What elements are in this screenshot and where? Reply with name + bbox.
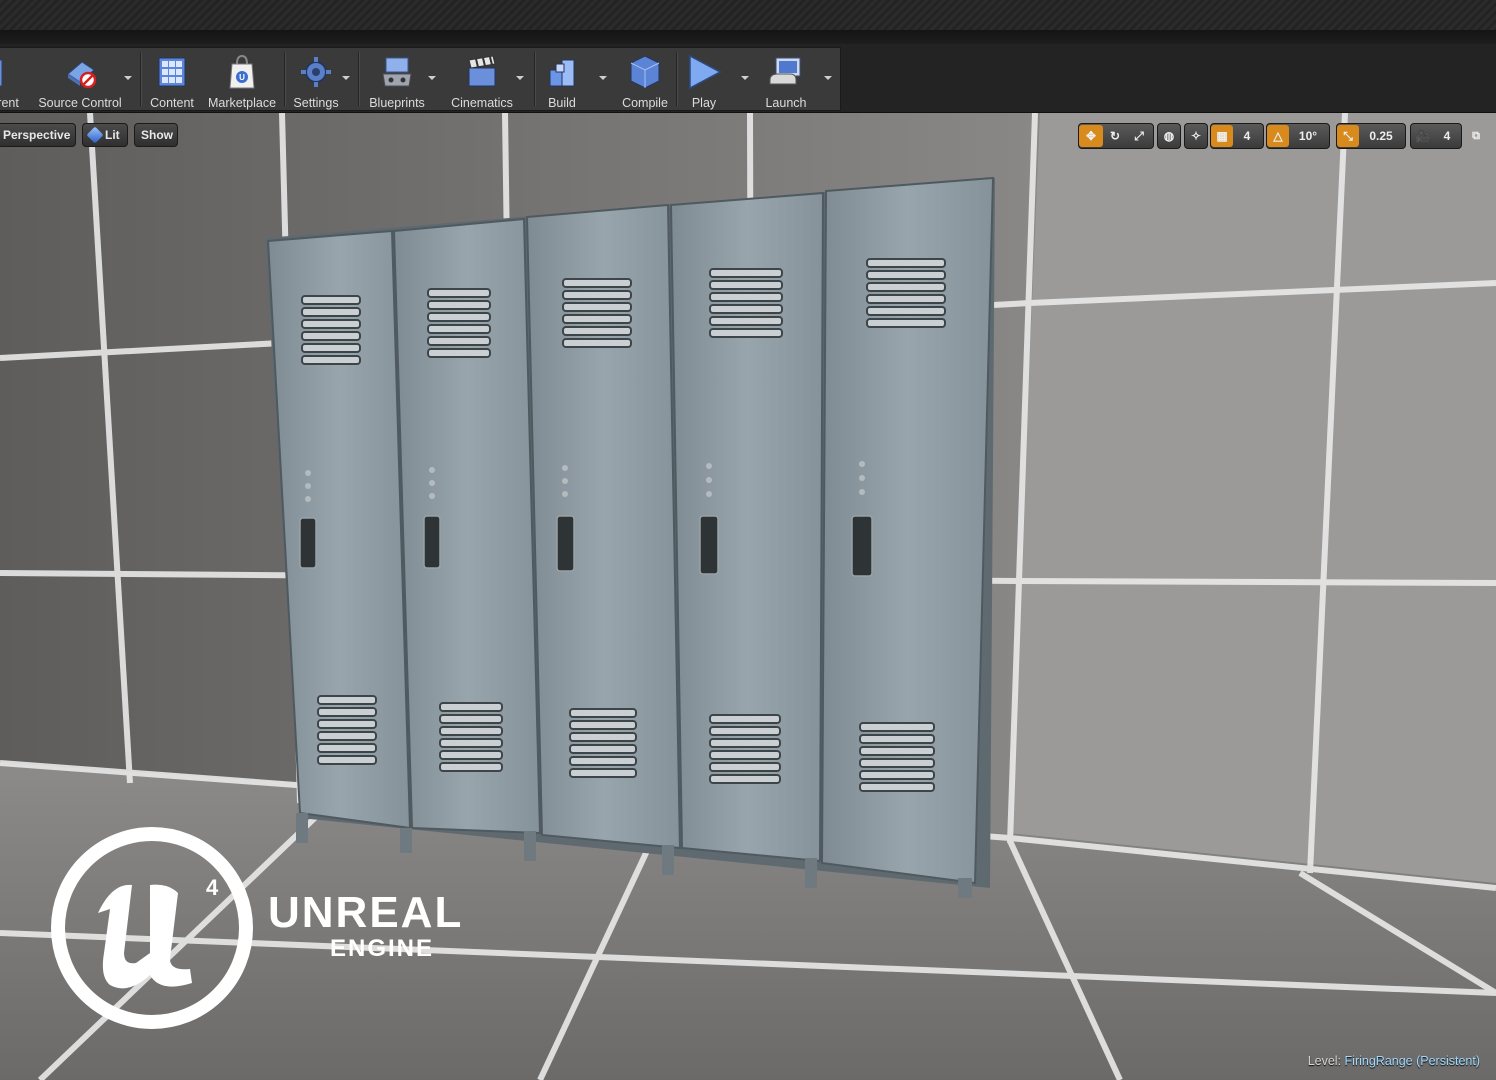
play-icon bbox=[684, 52, 724, 92]
build-dropdown-icon[interactable] bbox=[599, 76, 607, 80]
source-control-icon bbox=[60, 52, 100, 92]
blueprints-icon bbox=[377, 52, 417, 92]
toolbar-separator bbox=[676, 52, 678, 106]
play-button[interactable]: Play bbox=[682, 48, 726, 110]
title-bar-shadow bbox=[0, 30, 1496, 44]
lit-sphere-icon bbox=[86, 126, 104, 144]
coordinate-space-button[interactable]: ◍ bbox=[1157, 123, 1181, 149]
content-button[interactable]: Content bbox=[146, 48, 198, 110]
level-name: FiringRange (Persistent) bbox=[1344, 1054, 1480, 1068]
toolbar-separator bbox=[284, 52, 286, 106]
toolbar-separator bbox=[534, 52, 536, 106]
rotation-snap-group: △ 10° bbox=[1266, 123, 1330, 149]
cinematics-icon bbox=[462, 52, 502, 92]
main-toolbar: rrent Source Control Content U Marketpla… bbox=[0, 44, 1496, 113]
camera-speed-group[interactable]: 🎥 4 bbox=[1410, 123, 1462, 149]
viewport-perspective-button[interactable]: Perspective bbox=[0, 123, 76, 147]
translate-mode-icon[interactable]: ✥ bbox=[1079, 125, 1103, 147]
settings-button[interactable]: Settings bbox=[290, 48, 342, 110]
toolbar-separator bbox=[140, 52, 142, 106]
settings-dropdown-icon[interactable] bbox=[342, 76, 350, 80]
surface-snapping-button[interactable]: ✧ bbox=[1184, 123, 1208, 149]
settings-icon bbox=[296, 52, 336, 92]
blueprints-button[interactable]: Blueprints bbox=[364, 48, 430, 110]
marketplace-icon: U bbox=[222, 52, 262, 92]
rotate-mode-icon[interactable]: ↻ bbox=[1103, 125, 1127, 147]
compile-icon bbox=[625, 52, 665, 92]
grid-snap-value[interactable]: 4 bbox=[1233, 125, 1261, 147]
level-viewport[interactable]: 4 UNREAL ENGINE Perspective Lit Show ✥ ↻… bbox=[0, 113, 1496, 1080]
world-globe-icon: ◍ bbox=[1163, 129, 1175, 143]
transform-mode-group: ✥ ↻ ⤢ bbox=[1078, 123, 1154, 149]
play-dropdown-icon[interactable] bbox=[741, 76, 749, 80]
build-button[interactable]: Build bbox=[540, 48, 584, 110]
build-icon bbox=[542, 52, 582, 92]
lit-label: Lit bbox=[105, 128, 120, 142]
toolbar-panel: rrent Source Control Content U Marketpla… bbox=[0, 47, 841, 111]
maximize-icon: ⧉ bbox=[1472, 129, 1480, 142]
rotation-snap-icon[interactable]: △ bbox=[1267, 125, 1289, 147]
level-indicator: Level: FiringRange (Persistent) bbox=[1308, 1054, 1480, 1068]
svg-text:U: U bbox=[239, 73, 245, 82]
unreal-logo-badge-number: 4 bbox=[206, 875, 219, 900]
viewport-lit-button[interactable]: Lit bbox=[82, 123, 128, 147]
surface-snap-icon: ✧ bbox=[1190, 129, 1202, 143]
scale-snap-group: ⤡ 0.25 bbox=[1336, 123, 1406, 149]
unreal-wordmark: UNREAL bbox=[268, 888, 464, 937]
level-label: Level: bbox=[1307, 1054, 1342, 1068]
camera-speed-icon: 🎥 bbox=[1415, 129, 1431, 143]
perspective-label: Perspective bbox=[3, 128, 71, 142]
scale-snap-icon[interactable]: ⤡ bbox=[1337, 125, 1359, 147]
rotation-snap-value[interactable]: 10° bbox=[1289, 125, 1327, 147]
scale-snap-value[interactable]: 0.25 bbox=[1359, 125, 1403, 147]
window-title-bar bbox=[0, 0, 1496, 30]
source-control-dropdown-icon[interactable] bbox=[124, 76, 132, 80]
launch-icon bbox=[766, 52, 806, 92]
current-level-button[interactable]: rrent bbox=[0, 48, 26, 110]
camera-speed-value: 4 bbox=[1443, 129, 1451, 143]
grid-snap-group: ▦ 4 bbox=[1210, 123, 1264, 149]
launch-dropdown-icon[interactable] bbox=[824, 76, 832, 80]
current-level-icon bbox=[0, 52, 26, 92]
grid-snap-icon[interactable]: ▦ bbox=[1211, 125, 1233, 147]
viewport-show-button[interactable]: Show bbox=[134, 123, 178, 147]
blueprints-dropdown-icon[interactable] bbox=[428, 76, 436, 80]
show-label: Show bbox=[141, 128, 173, 142]
marketplace-button[interactable]: U Marketplace bbox=[204, 48, 280, 110]
toolbar-separator bbox=[358, 52, 360, 106]
compile-button[interactable]: Compile bbox=[618, 48, 672, 110]
cinematics-button[interactable]: Cinematics bbox=[444, 48, 520, 110]
source-control-button[interactable]: Source Control bbox=[36, 48, 124, 110]
cinematics-dropdown-icon[interactable] bbox=[516, 76, 524, 80]
maximize-viewport-button[interactable]: ⧉ bbox=[1467, 123, 1487, 149]
content-browser-icon bbox=[152, 52, 192, 92]
scale-mode-icon[interactable]: ⤢ bbox=[1127, 125, 1151, 147]
launch-button[interactable]: Launch bbox=[758, 48, 814, 110]
viewport-scene bbox=[0, 113, 1496, 1080]
engine-wordmark: ENGINE bbox=[330, 935, 435, 962]
locker-row bbox=[265, 176, 995, 898]
